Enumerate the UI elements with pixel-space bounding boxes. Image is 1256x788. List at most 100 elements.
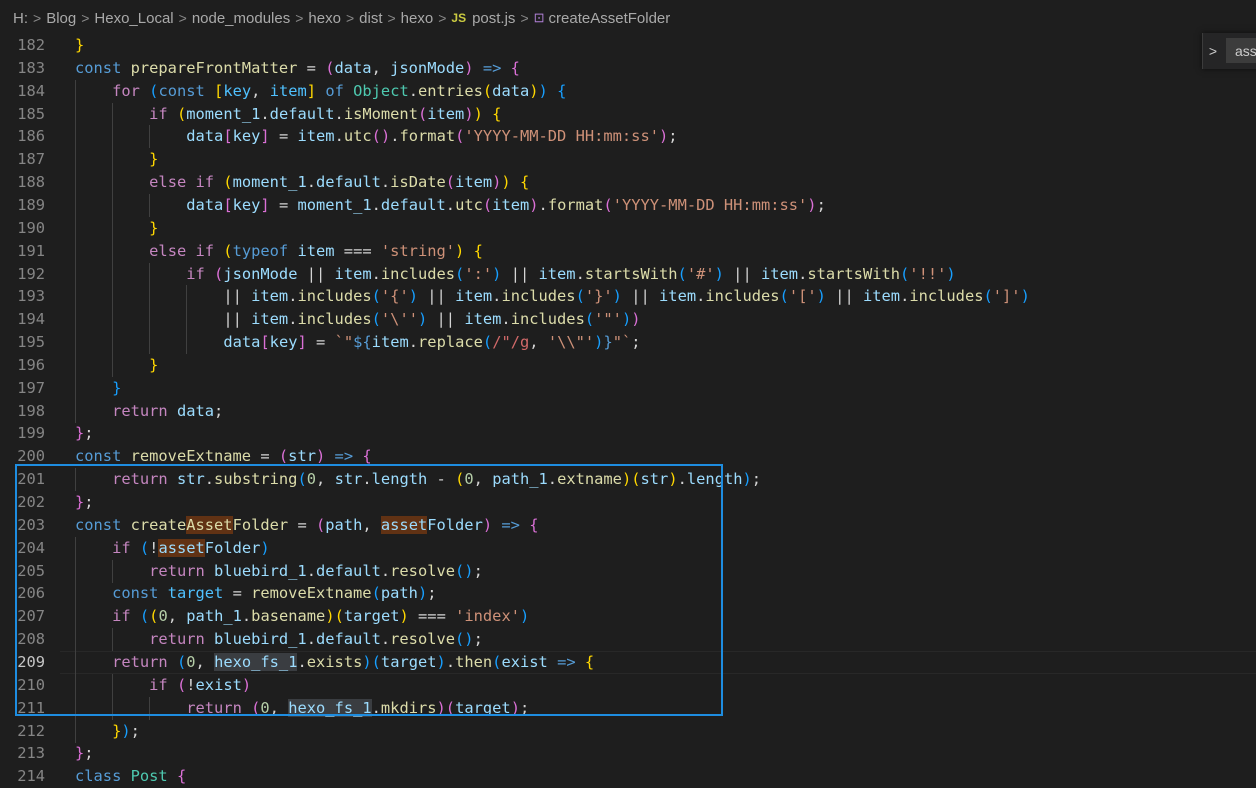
code-text[interactable]: data[key] = `"${item.replace(/"/g, '\\"'… <box>223 331 640 354</box>
code-text[interactable]: } <box>149 354 158 377</box>
line-number[interactable]: 212 <box>0 720 45 743</box>
breadcrumb-item[interactable]: Hexo_Local <box>94 10 173 27</box>
line-number[interactable]: 201 <box>0 468 45 491</box>
code-text[interactable]: if (jsonMode || item.includes(':') || it… <box>186 263 955 286</box>
line-number[interactable]: 209 <box>0 651 45 674</box>
code-line[interactable]: 203 const createAssetFolder = (path, asse… <box>0 514 1256 537</box>
code-line[interactable]: 200 const removeExtname = (str) => { <box>0 445 1256 468</box>
line-number[interactable]: 185 <box>0 103 45 126</box>
code-line[interactable]: 199}; <box>0 422 1256 445</box>
code-line[interactable]: 198 return data; <box>0 399 1256 423</box>
line-number[interactable]: 191 <box>0 240 45 263</box>
code-text[interactable]: || item.includes('\'') || item.includes(… <box>223 308 640 331</box>
line-number[interactable]: 210 <box>0 674 45 697</box>
code-text[interactable]: data[key] = item.utc().format('YYYY-MM-D… <box>186 125 677 148</box>
line-number[interactable]: 182 <box>0 34 45 57</box>
code-text[interactable]: }); <box>112 720 140 743</box>
code-line[interactable]: 211 return (0, hexo_fs_1.mkdirs)(target); <box>0 696 1256 720</box>
line-number[interactable]: 193 <box>0 285 45 308</box>
code-text[interactable]: if (moment_1.default.isMoment(item)) { <box>149 103 501 126</box>
code-line[interactable]: 204 if (!assetFolder) <box>0 536 1256 560</box>
code-text[interactable]: else if (moment_1.default.isDate(item)) … <box>149 171 529 194</box>
breadcrumb-item[interactable]: dist <box>359 10 382 27</box>
code-line[interactable]: 194 || item.includes('\'') || item.includ… <box>0 308 1256 332</box>
code-line[interactable]: 208 return bluebird_1.default.resolve(); <box>0 628 1256 652</box>
code-line[interactable]: 196} <box>0 353 1256 377</box>
breadcrumb-item[interactable]: Blog <box>46 10 76 27</box>
line-number[interactable]: 213 <box>0 742 45 765</box>
code-text[interactable]: const target = removeExtname(path); <box>112 582 436 605</box>
code-line[interactable]: 184 for (const [key, item] of Object.entr… <box>0 79 1256 103</box>
code-line[interactable]: 195 data[key] = `"${item.replace(/"/g, '\… <box>0 331 1256 355</box>
line-number[interactable]: 211 <box>0 697 45 720</box>
line-number[interactable]: 214 <box>0 765 45 788</box>
code-text[interactable]: const prepareFrontMatter = (data, jsonMo… <box>75 57 520 80</box>
code-editor[interactable]: 182} 183 const prepareFrontMatter = (data,… <box>0 34 1256 786</box>
line-number[interactable]: 194 <box>0 308 45 331</box>
code-text[interactable]: if (!exist) <box>149 674 251 697</box>
code-text[interactable]: class Post { <box>75 765 186 788</box>
code-line[interactable]: 193 || item.includes('{') || item.include… <box>0 285 1256 309</box>
code-line[interactable]: 192 if (jsonMode || item.includes(':') ||… <box>0 262 1256 286</box>
code-line[interactable]: 185 if (moment_1.default.isMoment(item)) … <box>0 102 1256 126</box>
code-line[interactable]: 187} <box>0 148 1256 172</box>
line-number[interactable]: 186 <box>0 125 45 148</box>
line-number[interactable]: 202 <box>0 491 45 514</box>
line-number[interactable]: 203 <box>0 514 45 537</box>
code-text[interactable]: }; <box>75 422 94 445</box>
code-text[interactable]: return str.substring(0, str.length - (0,… <box>112 468 761 491</box>
code-line[interactable]: 206 const target = removeExtname(path); <box>0 582 1256 606</box>
code-line[interactable]: 210 if (!exist) <box>0 673 1256 697</box>
breadcrumb-symbol[interactable]: createAssetFolder <box>549 10 671 27</box>
code-line[interactable]: 213}; <box>0 742 1256 765</box>
code-text[interactable]: const createAssetFolder = (path, assetFo… <box>75 514 539 537</box>
code-text[interactable]: }; <box>75 742 94 765</box>
code-text[interactable]: } <box>149 148 158 171</box>
line-number[interactable]: 199 <box>0 422 45 445</box>
code-text[interactable]: for (const [key, item] of Object.entries… <box>112 80 566 103</box>
code-text[interactable]: } <box>112 377 121 400</box>
code-text[interactable]: } <box>75 34 84 57</box>
code-line[interactable]: 182} <box>0 34 1256 57</box>
code-line[interactable]: 186 data[key] = item.utc().format('YYYY-M… <box>0 125 1256 149</box>
breadcrumb-file[interactable]: post.js <box>472 10 515 27</box>
code-line[interactable]: 191 else if (typeof item === 'string') { <box>0 239 1256 263</box>
code-text[interactable]: if ((0, path_1.basename)(target) === 'in… <box>112 605 529 628</box>
code-line[interactable]: 214 class Post { <box>0 765 1256 788</box>
code-line[interactable]: 205 return bluebird_1.default.resolve(); <box>0 559 1256 583</box>
code-line[interactable]: 202}; <box>0 491 1256 514</box>
code-line[interactable]: 190} <box>0 216 1256 240</box>
code-line[interactable]: 212}); <box>0 719 1256 743</box>
line-number[interactable]: 184 <box>0 80 45 103</box>
code-line[interactable]: 201 return str.substring(0, str.length - … <box>0 468 1256 492</box>
line-number[interactable]: 183 <box>0 57 45 80</box>
breadcrumb-item[interactable]: hexo <box>308 10 341 27</box>
code-text[interactable]: return (0, hexo_fs_1.mkdirs)(target); <box>186 697 529 720</box>
line-number[interactable]: 208 <box>0 628 45 651</box>
code-text[interactable]: return (0, hexo_fs_1.exists)(target).the… <box>112 651 594 674</box>
line-number[interactable]: 205 <box>0 560 45 583</box>
breadcrumb-item[interactable]: node_modules <box>192 10 290 27</box>
code-text[interactable]: return bluebird_1.default.resolve(); <box>149 560 483 583</box>
breadcrumb-item[interactable]: hexo <box>401 10 434 27</box>
line-number[interactable]: 192 <box>0 263 45 286</box>
line-number[interactable]: 187 <box>0 148 45 171</box>
line-number[interactable]: 190 <box>0 217 45 240</box>
code-text[interactable]: if (!assetFolder) <box>112 537 270 560</box>
line-number[interactable]: 197 <box>0 377 45 400</box>
line-number[interactable]: 188 <box>0 171 45 194</box>
line-number[interactable]: 207 <box>0 605 45 628</box>
code-line[interactable]: 197} <box>0 376 1256 400</box>
line-number[interactable]: 195 <box>0 331 45 354</box>
code-text[interactable]: } <box>149 217 158 240</box>
code-text[interactable]: return data; <box>112 400 223 423</box>
line-number[interactable]: 206 <box>0 582 45 605</box>
breadcrumb-item[interactable]: H: <box>13 10 28 27</box>
code-text[interactable]: }; <box>75 491 94 514</box>
line-number[interactable]: 196 <box>0 354 45 377</box>
line-number[interactable]: 189 <box>0 194 45 217</box>
line-number[interactable]: 198 <box>0 400 45 423</box>
code-text[interactable]: || item.includes('{') || item.includes('… <box>223 285 1030 308</box>
code-text[interactable]: const removeExtname = (str) => { <box>75 445 372 468</box>
line-number[interactable]: 204 <box>0 537 45 560</box>
